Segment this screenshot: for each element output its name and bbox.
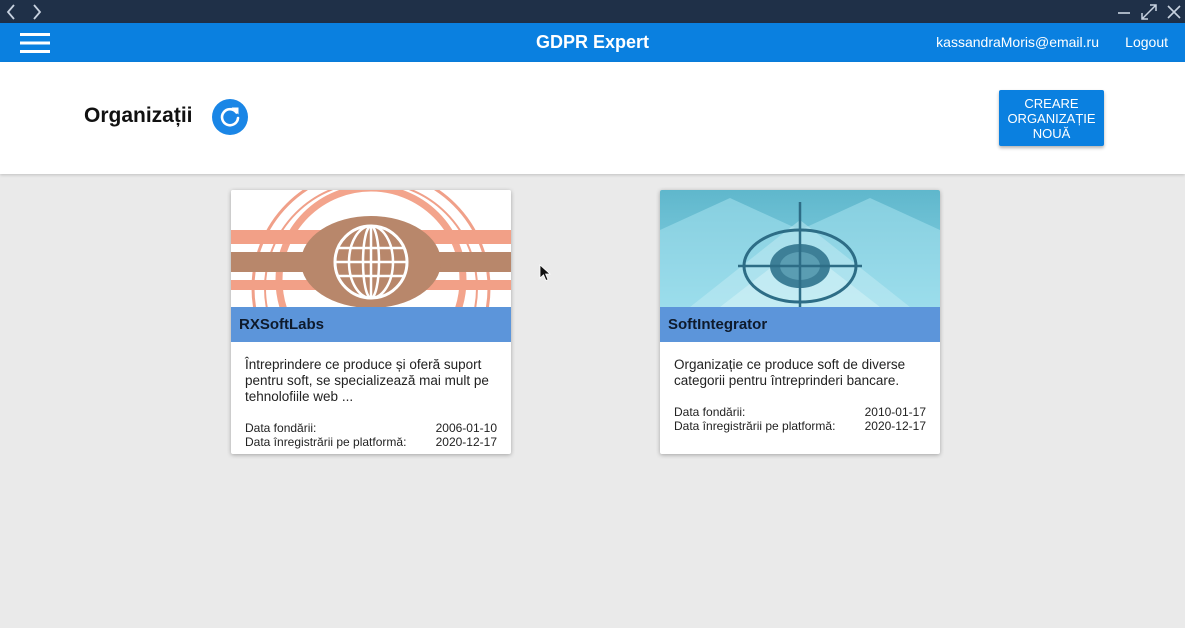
- minimize-icon[interactable]: [1114, 0, 1134, 23]
- close-icon[interactable]: [1163, 0, 1185, 23]
- refresh-icon: [220, 107, 240, 127]
- founded-value: 2006-01-10: [435, 421, 497, 435]
- organization-name-bar: SoftIntegrator: [660, 307, 940, 342]
- founded-row: Data fondării: 2010-01-17: [674, 405, 926, 419]
- organization-description: Întreprindere ce produce și oferă suport…: [245, 357, 489, 404]
- page-header: Organizații CREARE ORGANIZAȚIE NOUĂ: [0, 62, 1185, 174]
- registered-row: Data înregistrării pe platformă: 2020-12…: [674, 419, 926, 433]
- registered-value: 2020-12-17: [435, 435, 497, 449]
- organization-card[interactable]: SoftIntegrator Organizație ce produce so…: [660, 190, 940, 454]
- organization-name: RXSoftLabs: [239, 316, 325, 333]
- registered-label: Data înregistrării pe platformă:: [245, 435, 407, 449]
- founded-label: Data fondării:: [245, 421, 317, 435]
- crosshair-logo-icon: [660, 190, 940, 307]
- organization-card[interactable]: RXSoftLabs Întreprindere ce produce și o…: [231, 190, 511, 454]
- founded-value: 2010-01-17: [864, 405, 926, 419]
- maximize-icon[interactable]: [1138, 0, 1160, 23]
- user-email[interactable]: kassandraMoris@email.ru: [936, 23, 1099, 62]
- menu-button[interactable]: [18, 29, 52, 57]
- refresh-button[interactable]: [212, 99, 248, 135]
- organization-image: [231, 190, 511, 307]
- registered-row: Data înregistrării pe platformă: 2020-12…: [245, 435, 497, 449]
- mouse-cursor-icon: [539, 264, 551, 282]
- founded-label: Data fondării:: [674, 405, 746, 419]
- chevron-right-icon[interactable]: [28, 0, 46, 23]
- organization-name: SoftIntegrator: [668, 316, 768, 333]
- founded-row: Data fondării: 2006-01-10: [245, 421, 497, 435]
- globe-logo-icon: [231, 190, 511, 307]
- organization-description: Organizație ce produce soft de diverse c…: [674, 357, 906, 388]
- registered-label: Data înregistrării pe platformă:: [674, 419, 836, 433]
- window-titlebar: [0, 0, 1185, 23]
- page-title: Organizații: [84, 104, 193, 127]
- organization-image: [660, 190, 940, 307]
- app-bar: GDPR Expert kassandraMoris@email.ru Logo…: [0, 23, 1185, 62]
- registered-value: 2020-12-17: [864, 419, 926, 433]
- create-organization-button[interactable]: CREARE ORGANIZAȚIE NOUĂ: [999, 90, 1104, 146]
- chevron-left-icon[interactable]: [2, 0, 20, 23]
- hamburger-menu-icon: [20, 33, 50, 53]
- logout-button[interactable]: Logout: [1125, 23, 1168, 62]
- organization-name-bar: RXSoftLabs: [231, 307, 511, 342]
